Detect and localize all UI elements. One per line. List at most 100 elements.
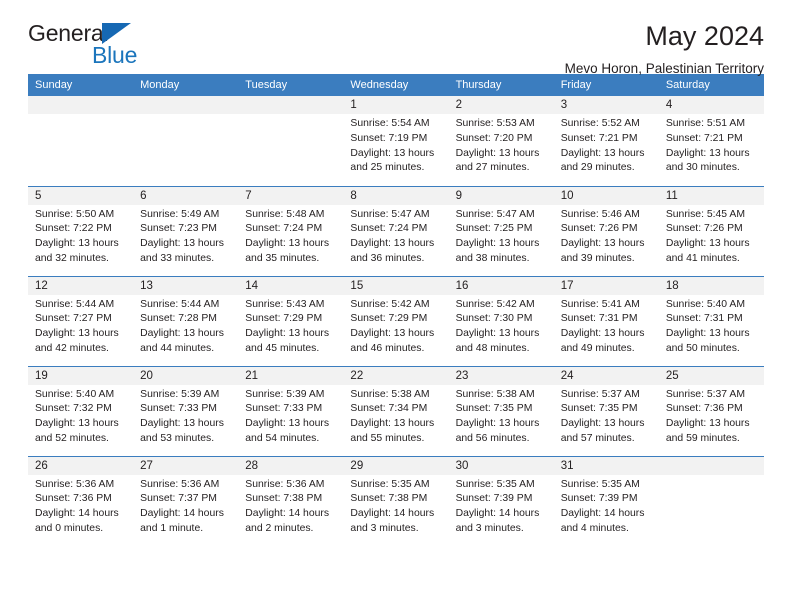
day-info: Sunrise: 5:40 AM Sunset: 7:31 PM Daylight:…	[659, 295, 764, 357]
day-number	[28, 96, 134, 114]
day-number: 17	[553, 276, 659, 295]
day-cell-inner: 12 Sunrise: 5:44 AM Sunset: 7:27 PM Dayligh…	[28, 276, 134, 366]
sunset-text: Sunset: 7:21 PM	[665, 132, 743, 144]
day-number: 5	[28, 186, 134, 205]
calendar-day-cell[interactable]: 28 Sunrise: 5:36 AM Sunset: 7:38 PM Dayligh…	[238, 455, 344, 546]
sunset-text: Sunset: 7:19 PM	[350, 132, 428, 144]
calendar-day-cell[interactable]: 4 Sunrise: 5:51 AM Sunset: 7:21 PM Daylight…	[658, 96, 764, 186]
sunset-text: Sunset: 7:21 PM	[560, 132, 638, 144]
sunset-text: Sunset: 7:35 PM	[560, 403, 638, 415]
daylight-text: Daylight: 13 hours and 46 minutes.	[350, 328, 435, 354]
daylight-text: Daylight: 13 hours and 29 minutes.	[560, 147, 645, 174]
day-number: 20	[133, 366, 239, 385]
calendar-day-cell[interactable]: 9 Sunrise: 5:47 AM Sunset: 7:25 PM Daylight…	[448, 185, 554, 276]
day-cell-inner: 7 Sunrise: 5:48 AM Sunset: 7:24 PM Daylight…	[238, 186, 344, 276]
daylight-text: Daylight: 13 hours and 56 minutes.	[455, 418, 540, 444]
calendar-day-cell[interactable]: 20 Sunrise: 5:39 AM Sunset: 7:33 PM Dayligh…	[133, 365, 239, 456]
sunset-text: Sunset: 7:25 PM	[455, 223, 533, 235]
sunrise-text: Sunrise: 5:47 AM	[455, 208, 535, 220]
day-info: Sunrise: 5:44 AM Sunset: 7:28 PM Daylight:…	[133, 295, 238, 357]
sunset-text: Sunset: 7:23 PM	[140, 223, 217, 235]
calendar-day-cell[interactable]: 31 Sunrise: 5:35 AM Sunset: 7:39 PM Dayligh…	[553, 455, 659, 547]
day-number: 10	[553, 186, 659, 205]
day-info: Sunrise: 5:53 AM Sunset: 7:20 PM Daylight:…	[449, 114, 554, 176]
general-blue-logo: General Blue	[28, 22, 158, 70]
day-cell-inner: 31 Sunrise: 5:35 AM Sunset: 7:39 PM Dayligh…	[553, 456, 659, 547]
day-info: Sunrise: 5:43 AM Sunset: 7:29 PM Daylight:…	[238, 295, 343, 357]
day-cell-inner: 21 Sunrise: 5:39 AM Sunset: 7:33 PM Dayligh…	[238, 366, 344, 456]
calendar-day-cell[interactable]: 17 Sunrise: 5:41 AM Sunset: 7:31 PM Dayligh…	[553, 275, 659, 366]
daylight-text: Daylight: 13 hours and 25 minutes.	[350, 147, 435, 174]
day-info: Sunrise: 5:36 AM Sunset: 7:38 PM Daylight:…	[238, 475, 343, 537]
calendar-day-cell[interactable]: 15 Sunrise: 5:42 AM Sunset: 7:29 PM Dayligh…	[343, 275, 449, 366]
calendar-day-cell[interactable]: 14 Sunrise: 5:43 AM Sunset: 7:29 PM Dayligh…	[238, 275, 344, 366]
day-number: 22	[343, 366, 449, 385]
calendar-day-cell[interactable]: 26 Sunrise: 5:36 AM Sunset: 7:36 PM Dayligh…	[28, 455, 134, 546]
day-cell-inner: 24 Sunrise: 5:37 AM Sunset: 7:35 PM Dayligh…	[553, 366, 659, 456]
calendar-day-cell[interactable]: 24 Sunrise: 5:37 AM Sunset: 7:35 PM Dayligh…	[553, 365, 659, 456]
day-number: 4	[658, 96, 764, 114]
day-info: Sunrise: 5:35 AM Sunset: 7:38 PM Daylight:…	[343, 475, 448, 537]
daylight-text: Daylight: 13 hours and 30 minutes.	[665, 147, 750, 174]
sunrise-text: Sunrise: 5:40 AM	[35, 388, 115, 400]
daylight-text: Daylight: 13 hours and 54 minutes.	[245, 418, 330, 444]
calendar-day-cell[interactable]: 16 Sunrise: 5:42 AM Sunset: 7:30 PM Dayligh…	[448, 275, 554, 366]
calendar-day-cell-empty	[28, 96, 134, 186]
calendar-day-cell[interactable]: 8 Sunrise: 5:47 AM Sunset: 7:24 PM Daylight…	[343, 185, 449, 276]
sunset-text: Sunset: 7:36 PM	[35, 493, 112, 505]
sunset-text: Sunset: 7:35 PM	[455, 403, 533, 415]
sunrise-text: Sunrise: 5:49 AM	[140, 208, 220, 220]
daylight-text: Daylight: 13 hours and 36 minutes.	[350, 238, 435, 264]
sunrise-text: Sunrise: 5:43 AM	[245, 298, 325, 310]
day-number: 29	[343, 456, 449, 475]
day-cell-inner	[133, 96, 239, 186]
calendar-day-cell[interactable]: 2 Sunrise: 5:53 AM Sunset: 7:20 PM Daylight…	[448, 96, 554, 186]
sunset-text: Sunset: 7:24 PM	[350, 223, 428, 235]
calendar-day-cell[interactable]: 30 Sunrise: 5:35 AM Sunset: 7:39 PM Dayligh…	[448, 455, 554, 546]
day-number	[133, 96, 239, 114]
calendar-page: General Blue May 2024 Mevo Horon, Palest…	[0, 0, 792, 612]
day-info: Sunrise: 5:38 AM Sunset: 7:34 PM Daylight:…	[343, 385, 448, 447]
sunset-text: Sunset: 7:28 PM	[140, 313, 217, 325]
day-number: 6	[133, 186, 239, 205]
sunrise-text: Sunrise: 5:52 AM	[560, 118, 640, 129]
sunset-text: Sunset: 7:34 PM	[350, 403, 428, 415]
sunrise-text: Sunrise: 5:47 AM	[350, 208, 430, 220]
calendar-day-cell[interactable]: 6 Sunrise: 5:49 AM Sunset: 7:23 PM Daylight…	[133, 185, 239, 276]
day-number: 28	[238, 456, 344, 475]
daylight-text: Daylight: 14 hours and 0 minutes.	[35, 508, 119, 534]
calendar-day-cell[interactable]: 7 Sunrise: 5:48 AM Sunset: 7:24 PM Daylight…	[238, 185, 344, 276]
calendar-day-cell[interactable]: 18 Sunrise: 5:40 AM Sunset: 7:31 PM Dayligh…	[658, 275, 764, 366]
sunset-text: Sunset: 7:24 PM	[245, 223, 323, 235]
calendar-day-cell[interactable]: 3 Sunrise: 5:52 AM Sunset: 7:21 PM Daylight…	[553, 96, 659, 186]
calendar-day-cell-empty	[658, 455, 764, 546]
day-number: 25	[658, 366, 764, 385]
day-number: 26	[28, 456, 134, 475]
calendar-day-cell[interactable]: 10 Sunrise: 5:46 AM Sunset: 7:26 PM Dayligh…	[553, 185, 659, 276]
calendar-day-cell[interactable]: 19 Sunrise: 5:40 AM Sunset: 7:32 PM Dayligh…	[28, 365, 134, 456]
day-cell-inner: 5 Sunrise: 5:50 AM Sunset: 7:22 PM Daylight…	[28, 186, 134, 276]
calendar-day-cell[interactable]: 25 Sunrise: 5:37 AM Sunset: 7:36 PM Dayligh…	[658, 365, 764, 456]
calendar-day-cell[interactable]: 5 Sunrise: 5:50 AM Sunset: 7:22 PM Daylight…	[28, 185, 134, 276]
day-cell-inner: 9 Sunrise: 5:47 AM Sunset: 7:25 PM Daylight…	[448, 186, 554, 276]
daylight-text: Daylight: 13 hours and 33 minutes.	[140, 238, 224, 264]
day-cell-inner: 11 Sunrise: 5:45 AM Sunset: 7:26 PM Dayligh…	[658, 186, 764, 276]
title-block: May 2024 Mevo Horon, Palestinian Territo…	[565, 22, 764, 77]
calendar-day-cell[interactable]: 11 Sunrise: 5:45 AM Sunset: 7:26 PM Dayligh…	[658, 185, 764, 276]
sunset-text: Sunset: 7:39 PM	[560, 493, 638, 505]
day-info: Sunrise: 5:45 AM Sunset: 7:26 PM Daylight:…	[659, 205, 764, 267]
sunrise-text: Sunrise: 5:42 AM	[455, 298, 535, 310]
calendar-day-cell[interactable]: 29 Sunrise: 5:35 AM Sunset: 7:38 PM Dayligh…	[343, 455, 449, 546]
calendar-day-cell[interactable]: 22 Sunrise: 5:38 AM Sunset: 7:34 PM Dayligh…	[343, 365, 449, 456]
calendar-week-row: 19 Sunrise: 5:40 AM Sunset: 7:32 PM Dayligh…	[28, 365, 764, 456]
calendar-day-cell[interactable]: 27 Sunrise: 5:36 AM Sunset: 7:37 PM Dayligh…	[133, 455, 239, 546]
daylight-text: Daylight: 13 hours and 44 minutes.	[140, 328, 224, 354]
sunset-text: Sunset: 7:32 PM	[35, 403, 112, 415]
calendar-day-cell[interactable]: 13 Sunrise: 5:44 AM Sunset: 7:28 PM Dayligh…	[133, 275, 239, 366]
weekday-header-saturday: Saturday	[658, 74, 764, 96]
calendar-day-cell[interactable]: 12 Sunrise: 5:44 AM Sunset: 7:27 PM Dayligh…	[28, 275, 134, 366]
calendar-day-cell[interactable]: 23 Sunrise: 5:38 AM Sunset: 7:35 PM Dayligh…	[448, 365, 554, 456]
calendar-day-cell[interactable]: 21 Sunrise: 5:39 AM Sunset: 7:33 PM Dayligh…	[238, 365, 344, 456]
calendar-day-cell[interactable]: 1 Sunrise: 5:54 AM Sunset: 7:19 PM Daylight…	[343, 96, 449, 186]
weekday-header-sunday: Sunday	[28, 74, 134, 96]
